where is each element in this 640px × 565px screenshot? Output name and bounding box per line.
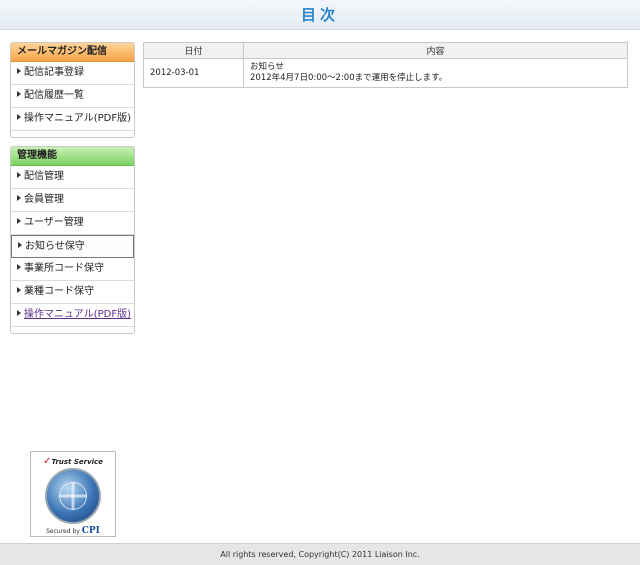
page-header: 目次 [0,0,640,30]
news-content: お知らせ 2012年4月7日0:00～2:00まで運用を停止します。 [243,58,628,88]
menu-spacer [11,131,134,137]
menu-item-label: お知らせ保守 [25,241,85,252]
arrow-right-icon [17,310,21,316]
menu-item-label: 業種コード保守 [24,286,94,297]
trust-service-badge[interactable]: ✓Trust Service Secured by CPI [30,451,116,537]
menu-item-label: 操作マニュアル(PDF版) [24,113,131,124]
arrow-right-icon [17,68,21,74]
sidebar: メールマガジン配信 配信記事登録 配信履歴一覧 操作マニュアル(PDF版) 管理… [10,42,135,342]
menu-item-label: 配信管理 [24,171,64,182]
admin-menu: 管理機能 配信管理 会員管理 ユーザー管理 お知らせ保守 事業所コード保守 業種… [10,146,135,334]
menu-item-industry-code[interactable]: 業種コード保守 [11,281,134,304]
table-row: 2012-03-01 お知らせ 2012年4月7日0:00～2:00まで運用を停… [143,58,628,88]
cpi-logo: CPI [81,526,100,536]
news-date: 2012-03-01 [143,58,244,88]
menu-item-manual-pdf[interactable]: 操作マニュアル(PDF版) [11,108,134,131]
arrow-right-icon [17,218,21,224]
menu-item-label: 事業所コード保守 [24,263,104,274]
header-date: 日付 [143,42,244,59]
main-content: 日付 内容 2012-03-01 お知らせ 2012年4月7日0:00～2:00… [143,42,628,88]
mail-menu-heading: メールマガジン配信 [11,43,134,62]
menu-item-delivery-management[interactable]: 配信管理 [11,166,134,189]
badge-title-text: Trust Service [51,458,103,466]
menu-item-admin-manual-pdf[interactable]: 操作マニュアル(PDF版) [11,304,134,327]
header-content: 内容 [243,42,628,59]
globe-grid [59,482,87,510]
arrow-right-icon [17,172,21,178]
menu-item-label: 配信記事登録 [24,67,84,78]
globe-seal-icon [45,468,101,524]
menu-item-member-management[interactable]: 会員管理 [11,189,134,212]
menu-spacer [11,327,134,333]
menu-item-label: 配信履歴一覧 [24,90,84,101]
menu-item-label: 操作マニュアル(PDF版) [24,309,131,320]
page-title: 目次 [300,6,339,24]
secured-by-text: Secured by [46,528,80,535]
news-title: お知らせ [250,62,284,72]
menu-item-label: ユーザー管理 [24,217,84,228]
copyright-text: All rights reserved, Copyright(C) 2011 L… [220,550,420,559]
footer: All rights reserved, Copyright(C) 2011 L… [0,543,640,565]
arrow-right-icon [17,195,21,201]
arrow-right-icon [17,114,21,120]
menu-item-delivery-history[interactable]: 配信履歴一覧 [11,85,134,108]
arrow-right-icon [18,242,22,248]
arrow-right-icon [17,264,21,270]
menu-item-office-code[interactable]: 事業所コード保守 [11,258,134,281]
arrow-right-icon [17,287,21,293]
menu-item-notice-maintenance[interactable]: お知らせ保守 [11,235,134,258]
menu-item-user-management[interactable]: ユーザー管理 [11,212,134,235]
menu-item-register-article[interactable]: 配信記事登録 [11,62,134,85]
menu-item-label: 会員管理 [24,194,64,205]
news-body: 2012年4月7日0:00～2:00まで運用を停止します。 [250,73,448,83]
arrow-right-icon [17,91,21,97]
news-table-header: 日付 内容 [143,42,628,59]
news-table: 日付 内容 2012-03-01 お知らせ 2012年4月7日0:00～2:00… [143,42,628,88]
admin-menu-heading: 管理機能 [11,147,134,166]
mail-menu: メールマガジン配信 配信記事登録 配信履歴一覧 操作マニュアル(PDF版) [10,42,135,138]
badge-title: ✓Trust Service [31,456,115,467]
badge-secured-by: Secured by CPI [31,526,115,536]
